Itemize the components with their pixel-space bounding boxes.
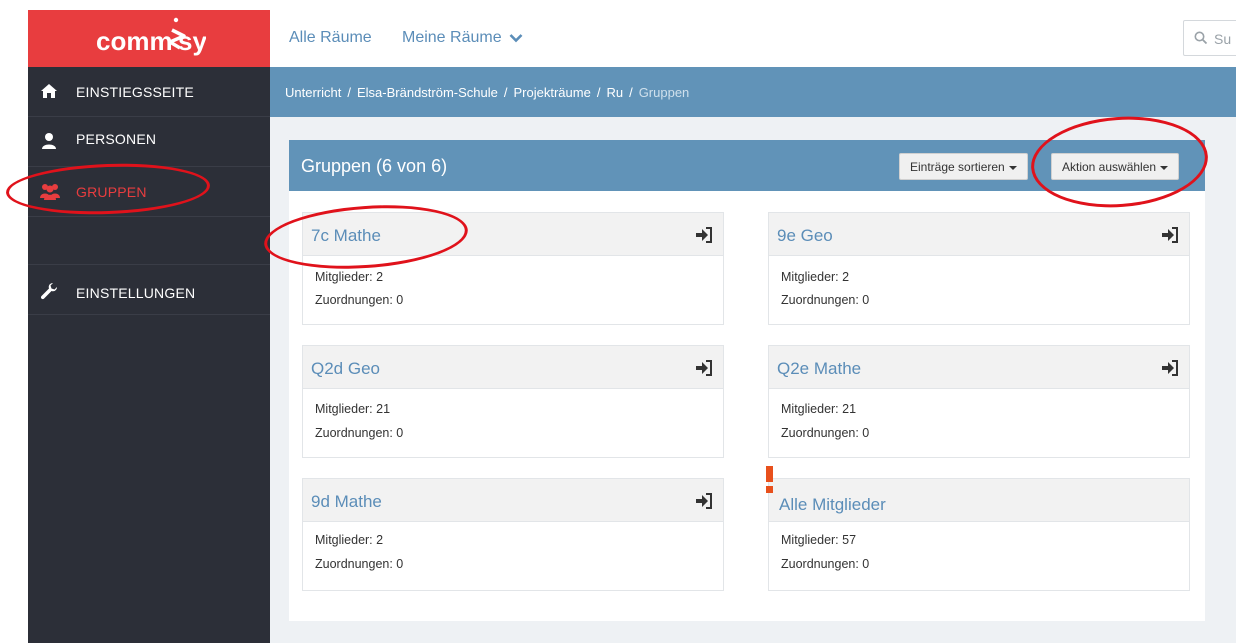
search-icon [1194,31,1208,50]
card-header: 9e Geo [769,213,1189,256]
group-title[interactable]: 9e Geo [777,226,833,246]
exclamation-icon [765,466,775,494]
enter-icon[interactable] [695,227,713,243]
group-members: Mitglieder: 2 [315,270,384,284]
breadcrumb-bar: Unterricht / Elsa-Brändström-Schule / Projek… [270,67,1236,117]
breadcrumb: Unterricht / Elsa-Brändström-Schule / Projek… [285,85,689,100]
card-header: Q2e Mathe [769,346,1189,389]
link-all-rooms[interactable]: Alle Räume [289,29,372,47]
card-header: 9d Mathe [303,479,723,522]
card-header: Q2d Geo [303,346,723,389]
search-placeholder: Su [1214,31,1232,47]
breadcrumb-item[interactable]: Unterricht [285,85,341,100]
commsy-logo[interactable]: comm sy [28,10,270,67]
group-assignments: Zuordnungen: 0 [781,293,870,307]
group-card-q2d-geo[interactable]: Q2d Geo Mitglieder: 21 Zuordnungen: 0 [302,345,724,458]
group-members: Mitglieder: 21 [781,402,857,416]
group-assignments: Zuordnungen: 0 [781,426,870,440]
group-assignments: Zuordnungen: 0 [781,557,870,571]
breadcrumb-separator: / [596,85,601,100]
group-members: Mitglieder: 21 [315,402,391,416]
sidebar-divider [28,217,270,265]
search-input[interactable]: Su [1183,20,1236,56]
enter-icon[interactable] [1161,227,1179,243]
user-icon [40,132,58,150]
app-root: comm sy EINSTIEGSSEITE PERSONEN GRUPPEN [0,0,1236,643]
link-my-rooms[interactable]: Meine Räume [402,29,523,47]
sidebar-item-label: EINSTIEGSSEITE [76,84,194,100]
enter-icon[interactable] [695,493,713,509]
sidebar-item-label: EINSTELLUNGEN [76,285,196,301]
sidebar-item-einstellungen[interactable]: EINSTELLUNGEN [28,265,270,315]
group-members: Mitglieder: 2 [315,533,384,547]
group-assignments: Zuordnungen: 0 [315,293,404,307]
sidebar-item-einstiegsseite[interactable]: EINSTIEGSSEITE [28,67,270,117]
page-title: Gruppen (6 von 6) [301,156,448,176]
group-card-9e-geo[interactable]: 9e Geo Mitglieder: 2 Zuordnungen: 0 [768,212,1190,325]
breadcrumb-item[interactable]: Ru [606,85,623,100]
group-assignments: Zuordnungen: 0 [315,557,404,571]
breadcrumb-separator: / [629,85,633,100]
group-members: Mitglieder: 2 [781,270,850,284]
breadcrumb-item[interactable]: Elsa-Brändström-Schule [357,85,498,100]
card-header: Alle Mitglieder [769,479,1189,522]
enter-icon[interactable] [1161,360,1179,376]
svg-text:sy: sy [178,26,206,56]
home-icon [40,82,58,100]
group-title[interactable]: Q2d Geo [311,359,380,379]
chevron-down-icon [509,33,523,43]
enter-icon[interactable] [695,360,713,376]
group-card-q2e-mathe[interactable]: Q2e Mathe Mitglieder: 21 Zuordnungen: 0 [768,345,1190,458]
breadcrumb-separator: / [503,85,508,100]
group-title[interactable]: Alle Mitglieder [779,495,886,515]
sort-entries-label: Einträge sortieren [910,160,1005,174]
sidebar: comm sy EINSTIEGSSEITE PERSONEN GRUPPEN [28,10,270,643]
caret-down-icon [1008,165,1017,170]
wrench-icon [40,282,58,300]
breadcrumb-item[interactable]: Projekträume [514,85,591,100]
sort-entries-button[interactable]: Einträge sortieren [899,153,1028,180]
group-card-9d-mathe[interactable]: 9d Mathe Mitglieder: 2 Zuordnungen: 0 [302,478,724,591]
sidebar-item-personen[interactable]: PERSONEN [28,117,270,167]
group-members: Mitglieder: 57 [781,533,857,547]
group-title[interactable]: 9d Mathe [311,492,382,512]
svg-text:comm: comm [96,26,173,56]
breadcrumb-separator: / [347,85,351,100]
breadcrumb-current: Gruppen [638,85,690,100]
group-title[interactable]: Q2e Mathe [777,359,861,379]
group-card-alle-mitglieder[interactable]: Alle Mitglieder Mitglieder: 57 Zuordnung… [768,478,1190,591]
group-assignments: Zuordnungen: 0 [315,426,404,440]
sidebar-item-label: PERSONEN [76,131,157,147]
top-navigation: Alle Räume Meine Räume Su [270,10,1236,67]
link-my-rooms-label: Meine Räume [402,29,502,46]
